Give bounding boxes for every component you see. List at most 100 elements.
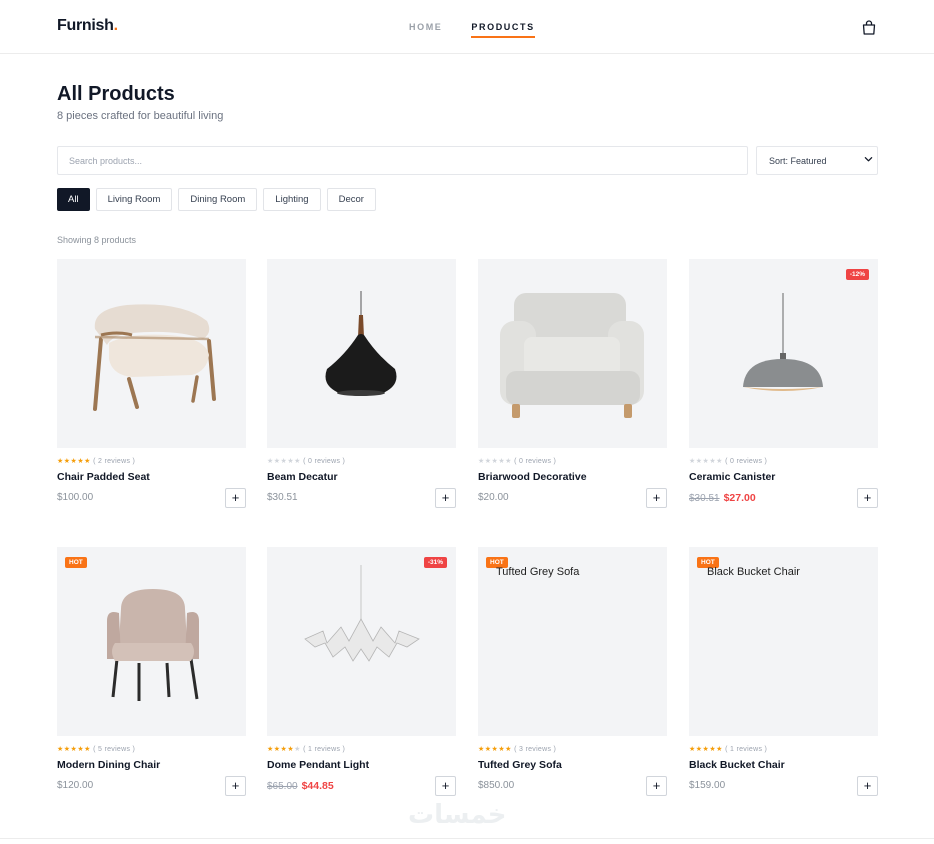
product-price: $850.00 [478, 780, 515, 791]
star-rating-icon: ★★★★★ [57, 458, 91, 465]
star-rating-icon: ★★★★★ [267, 746, 301, 753]
product-image[interactable]: HOT Black Bucket Chair [689, 547, 878, 736]
filter-all[interactable]: All [57, 188, 90, 211]
footer-divider [0, 838, 934, 839]
brand-logo[interactable]: Furnish. [57, 17, 118, 35]
brand-name: Furnish [57, 17, 114, 34]
original-price: $30.51 [689, 493, 720, 504]
product-card[interactable]: ★★★★★ ( 2 reviews ) Chair Padded Seat $1… [57, 259, 246, 508]
upholstered-armchair-image [500, 293, 644, 418]
add-to-cart-button[interactable]: + [435, 776, 456, 796]
category-filters: All Living Room Dining Room Lighting Dec… [57, 188, 376, 211]
product-image[interactable] [478, 259, 667, 448]
product-image[interactable]: HOT [57, 547, 246, 736]
add-to-cart-button[interactable]: + [225, 776, 246, 796]
add-to-cart-button[interactable]: + [435, 488, 456, 508]
product-price: $100.00 [57, 492, 94, 503]
star-rating-icon: ★★★★★ [478, 746, 512, 753]
watermark: خمسات [408, 800, 507, 830]
sale-price: $44.85 [301, 780, 334, 792]
original-price: $65.00 [267, 781, 298, 792]
product-card[interactable]: ★★★★★ ( 0 reviews ) Beam Decatur $30.51 … [267, 259, 456, 508]
product-rating: ★★★★★ ( 1 reviews ) [267, 745, 345, 753]
hot-badge: HOT [65, 557, 87, 568]
product-name[interactable]: Ceramic Canister [689, 471, 775, 483]
brand-dot: . [113, 17, 118, 34]
review-count: ( 2 reviews ) [93, 458, 136, 465]
filter-lighting[interactable]: Lighting [263, 188, 321, 211]
chevron-down-icon [864, 157, 873, 162]
dome-lamp-image [743, 293, 823, 391]
product-price: $65.00 $44.85 [267, 780, 334, 792]
product-name[interactable]: Briarwood Decorative [478, 471, 587, 483]
review-count: ( 1 reviews ) [303, 746, 346, 753]
product-name[interactable]: Dome Pendant Light [267, 759, 369, 771]
product-rating: ★★★★★ ( 3 reviews ) [478, 745, 556, 753]
main-nav: HOME PRODUCTS [409, 22, 535, 38]
site-header: Furnish. HOME PRODUCTS [0, 0, 934, 54]
product-card[interactable]: ★★★★★ ( 0 reviews ) Briarwood Decorative… [478, 259, 667, 508]
product-name[interactable]: Chair Padded Seat [57, 471, 150, 483]
sale-badge: -31% [423, 557, 447, 568]
review-count: ( 5 reviews ) [93, 746, 136, 753]
product-image[interactable]: -12% [689, 259, 878, 448]
sale-price: $27.00 [723, 492, 756, 504]
petal-pendant-image [304, 565, 420, 662]
add-to-cart-button[interactable]: + [225, 488, 246, 508]
star-rating-icon: ★★★★★ [478, 458, 512, 465]
filter-dining-room[interactable]: Dining Room [178, 188, 258, 211]
review-count: ( 0 reviews ) [514, 458, 557, 465]
product-card[interactable]: HOT Black Bucket Chair ★★★★★ ( 1 reviews… [689, 547, 878, 796]
product-card[interactable]: -12% ★★★★★ ( 0 reviews ) Ceramic Caniste… [689, 259, 878, 508]
product-image[interactable] [57, 259, 246, 448]
product-card[interactable]: HOT Tufted Grey Sofa ★★★★★ ( 3 reviews )… [478, 547, 667, 796]
filter-living-room[interactable]: Living Room [95, 188, 173, 211]
product-price: $120.00 [57, 780, 94, 791]
star-rating-icon: ★★★★★ [689, 458, 723, 465]
product-name[interactable]: Tufted Grey Sofa [478, 759, 562, 771]
dining-chair-image [107, 589, 199, 701]
broken-image-alt-text: Tufted Grey Sofa [496, 566, 580, 578]
review-count: ( 3 reviews ) [514, 746, 557, 753]
add-to-cart-button[interactable]: + [857, 776, 878, 796]
product-rating: ★★★★★ ( 0 reviews ) [689, 457, 767, 465]
product-card[interactable]: HOT ★★★★★ ( 5 reviews ) Modern Dining Ch… [57, 547, 246, 796]
product-price: $159.00 [689, 780, 726, 791]
results-count: Showing 8 products [57, 235, 137, 245]
product-name[interactable]: Modern Dining Chair [57, 759, 160, 771]
product-rating: ★★★★★ ( 0 reviews ) [267, 457, 345, 465]
product-card[interactable]: -31% ★★★★★ ( 1 reviews ) Dome Pendant Li… [267, 547, 456, 796]
product-image[interactable] [267, 259, 456, 448]
add-to-cart-button[interactable]: + [646, 488, 667, 508]
page-title: All Products [57, 83, 175, 105]
product-rating: ★★★★★ ( 1 reviews ) [689, 745, 767, 753]
add-to-cart-button[interactable]: + [646, 776, 667, 796]
add-to-cart-button[interactable]: + [857, 488, 878, 508]
star-rating-icon: ★★★★★ [57, 746, 91, 753]
search-input[interactable] [57, 146, 748, 175]
sort-select[interactable]: Sort: Featured [756, 146, 878, 175]
broken-image-alt-text: Black Bucket Chair [707, 566, 800, 578]
product-rating: ★★★★★ ( 2 reviews ) [57, 457, 135, 465]
product-rating: ★★★★★ ( 5 reviews ) [57, 745, 135, 753]
sort-selected-value: Sort: Featured [769, 156, 827, 166]
nav-products[interactable]: PRODUCTS [471, 22, 535, 38]
sale-badge: -12% [845, 269, 869, 280]
review-count: ( 0 reviews ) [725, 458, 768, 465]
product-rating: ★★★★★ ( 0 reviews ) [478, 457, 556, 465]
review-count: ( 1 reviews ) [725, 746, 768, 753]
product-image[interactable]: -31% [267, 547, 456, 736]
nav-home[interactable]: HOME [409, 22, 442, 38]
product-image[interactable]: HOT Tufted Grey Sofa [478, 547, 667, 736]
filter-decor[interactable]: Decor [326, 188, 376, 211]
product-name[interactable]: Beam Decatur [267, 471, 338, 483]
review-count: ( 0 reviews ) [303, 458, 346, 465]
shopping-bag-icon[interactable] [862, 20, 876, 35]
product-price: $30.51 [267, 492, 298, 503]
pendant-lamp-image [325, 291, 397, 396]
product-price: $30.51 $27.00 [689, 492, 756, 504]
product-name[interactable]: Black Bucket Chair [689, 759, 785, 771]
armchair-image [93, 304, 216, 411]
page-subtitle: 8 pieces crafted for beautiful living [57, 110, 224, 122]
product-price: $20.00 [478, 492, 509, 503]
